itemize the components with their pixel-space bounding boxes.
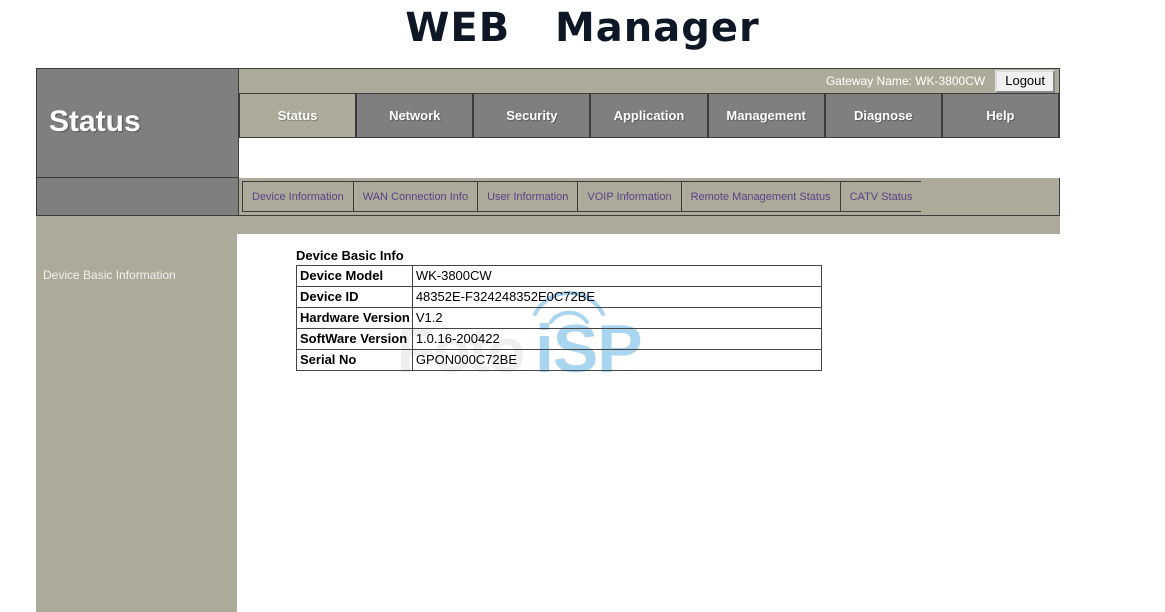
main-nav-item-help[interactable]: Help	[941, 94, 1059, 137]
sidebar-panel: Device Basic Information	[36, 216, 237, 612]
sub-nav-item-remote-management-status[interactable]: Remote Management Status	[680, 181, 841, 212]
sub-nav-item-wan-connection-info[interactable]: WAN Connection Info	[352, 181, 479, 212]
device-basic-info-table: Device Model WK-3800CW Device ID 48352E-F32…	[296, 265, 823, 371]
table-cell-label: Serial No	[296, 349, 413, 371]
sub-nav-item-user-information[interactable]: User Information	[477, 181, 579, 212]
subnav-row: Device Information WAN Connection Info Use…	[36, 178, 1060, 216]
body-row: Device Basic Information Foto iSP Device…	[36, 216, 1060, 612]
main-nav-item-application[interactable]: Application	[590, 94, 708, 137]
table-row: Hardware Version V1.2	[296, 307, 823, 329]
app-frame: Status Gateway Name: WK-3800CW Logout St…	[36, 68, 1060, 612]
table-row: Device ID 48352E-F324248352E0C72BE	[296, 286, 823, 308]
main-navigation: Status Network Security Application Manageme…	[239, 94, 1060, 138]
table-cell-label: Device ID	[296, 286, 413, 308]
main-nav-item-security[interactable]: Security	[473, 94, 591, 137]
main-nav-item-status[interactable]: Status	[239, 94, 357, 137]
table-row: Serial No GPON000C72BE	[296, 349, 823, 371]
table-cell-label: Device Model	[296, 265, 413, 287]
header-right-column: Gateway Name: WK-3800CW Logout Status Net…	[239, 68, 1060, 178]
table-row: Device Model WK-3800CW	[296, 265, 823, 287]
main-nav-item-management[interactable]: Management	[707, 94, 825, 137]
gateway-bar: Gateway Name: WK-3800CW Logout	[239, 68, 1060, 94]
content-wrapper: Foto iSP Device Basic Info Device Model W…	[237, 216, 1060, 612]
header-row: Status Gateway Name: WK-3800CW Logout St…	[36, 68, 1060, 178]
sub-nav-item-voip-information[interactable]: VOIP Information	[577, 181, 682, 212]
sub-nav-item-catv-status[interactable]: CATV Status	[839, 181, 923, 212]
content-area: Foto iSP Device Basic Info Device Model W…	[237, 234, 1060, 612]
table-cell-value: V1.2	[411, 307, 823, 329]
table-cell-value: 48352E-F324248352E0C72BE	[411, 286, 823, 308]
table-caption: Device Basic Info	[296, 248, 404, 263]
logout-button[interactable]: Logout	[995, 69, 1055, 93]
sidebar-banner: Status	[36, 68, 239, 178]
content-top-strip	[237, 216, 1060, 234]
table-row: SoftWare Version 1.0.16-200422	[296, 328, 823, 350]
sidebar-item-device-basic-information[interactable]: Device Basic Information	[36, 216, 237, 282]
main-nav-item-network[interactable]: Network	[356, 94, 474, 137]
main-nav-item-diagnose[interactable]: Diagnose	[824, 94, 942, 137]
table-cell-value: WK-3800CW	[411, 265, 823, 287]
sub-nav-item-device-information[interactable]: Device Information	[242, 181, 354, 212]
table-cell-label: Hardware Version	[296, 307, 413, 329]
sub-navigation: Device Information WAN Connection Info Use…	[239, 178, 1060, 216]
sidebar-banner-label: Status	[49, 105, 141, 138]
page-title: WEB Manager	[405, 5, 760, 51]
table-cell-label: SoftWare Version	[296, 328, 413, 350]
table-cell-value: 1.0.16-200422	[411, 328, 823, 350]
gateway-name-label: Gateway Name: WK-3800CW	[825, 74, 986, 88]
table-cell-value: GPON000C72BE	[411, 349, 823, 371]
subnav-left-spacer	[36, 178, 239, 216]
subnav-filler	[921, 181, 1059, 212]
